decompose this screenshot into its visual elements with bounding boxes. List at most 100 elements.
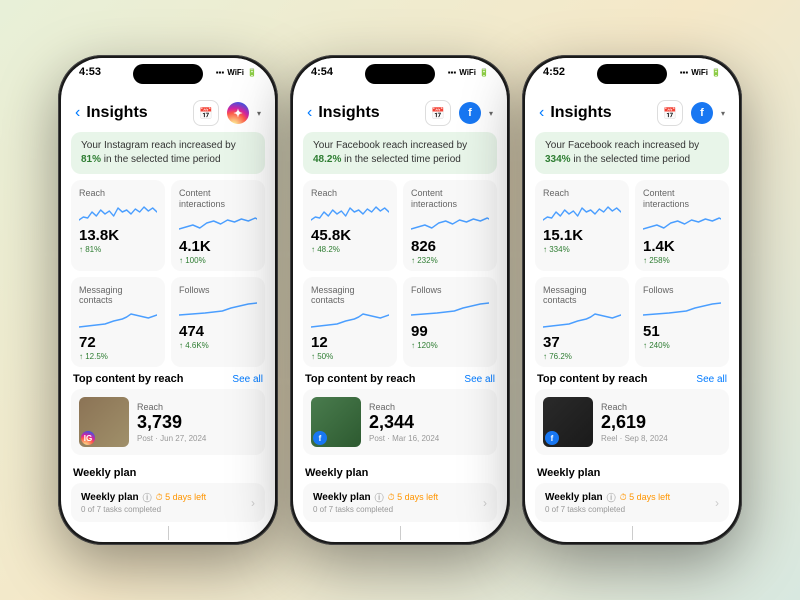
metric-change: ↑ 48.2% (311, 245, 389, 254)
back-button[interactable]: ‹ (75, 104, 80, 122)
header-right: 📅 f ▾ (425, 100, 493, 126)
app-header: ‹ Insights 📅 f ▾ (525, 94, 739, 130)
header-right: 📅 f ▾ (657, 100, 725, 126)
phone-phone-3: 4:52 ▪▪▪ WiFi 🔋 ‹ Insights (522, 55, 742, 545)
metric-change: ↑ 232% (411, 256, 489, 265)
weekly-days-left: ⏱ 5 days left (156, 492, 207, 503)
metric-change: ↑ 4.6K% (179, 341, 257, 350)
weekly-tasks: 0 of 7 tasks completed (81, 505, 251, 514)
weekly-plan-section: Weekly plan Weekly plan ⓘ ⏱ 5 days left … (61, 461, 275, 522)
chevron-down-icon[interactable]: ▾ (489, 109, 493, 118)
top-content-card[interactable]: f Reach 2,344 Post · Mar 16, 2024 (303, 389, 497, 455)
metric-chart (543, 309, 621, 331)
weekly-chevron-icon: › (483, 496, 487, 510)
metric-value: 1.4K (643, 238, 721, 255)
metric-label: Messaging contacts (311, 285, 389, 307)
status-bar-area: 4:54 ▪▪▪ WiFi 🔋 (293, 58, 507, 94)
calendar-icon[interactable]: 📅 (425, 100, 451, 126)
status-time: 4:52 (543, 66, 565, 78)
metric-card: Reach 45.8K ↑ 48.2% (303, 180, 397, 271)
metric-change: ↑ 76.2% (543, 352, 621, 361)
reach-highlight: 334% (545, 154, 571, 165)
signal-icon: ▪▪▪ (448, 68, 457, 77)
reach-banner: Your Facebook reach increased by 48.2% i… (303, 132, 497, 174)
goal-bar: Weekly goal (61, 522, 275, 542)
status-icons: ▪▪▪ WiFi 🔋 (216, 68, 257, 77)
goal-line (632, 526, 633, 540)
metric-value: 12 (311, 334, 389, 351)
metric-card: Content interactions 826 ↑ 232% (403, 180, 497, 271)
metric-label: Reach (311, 188, 389, 199)
weekly-chevron-icon: › (715, 496, 719, 510)
status-bar-area: 4:53 ▪▪▪ WiFi 🔋 (61, 58, 275, 94)
back-button[interactable]: ‹ (539, 104, 544, 122)
metric-card: Messaging contacts 72 ↑ 12.5% (71, 277, 165, 368)
wifi-icon: WiFi (227, 68, 244, 77)
metric-chart (411, 213, 489, 235)
top-content-card[interactable]: f Reach 2,619 Reel · Sep 8, 2024 (535, 389, 729, 455)
reach-text: Your Facebook reach increased by 334% in… (545, 139, 719, 167)
goal-indicator: Weekly goal (293, 526, 507, 542)
metric-chart (311, 309, 389, 331)
calendar-icon[interactable]: 📅 (193, 100, 219, 126)
dynamic-island (365, 64, 435, 84)
page-title: Insights (550, 104, 611, 122)
metric-label: Follows (643, 285, 721, 296)
battery-icon: 🔋 (479, 68, 489, 77)
header-left: ‹ Insights (307, 104, 380, 122)
calendar-icon[interactable]: 📅 (657, 100, 683, 126)
chevron-down-icon[interactable]: ▾ (257, 109, 261, 118)
weekly-info: Weekly plan ⓘ ⏱ 5 days left 0 of 7 tasks… (545, 491, 715, 514)
weekly-plan-name: Weekly plan ⓘ ⏱ 5 days left (313, 491, 483, 504)
dynamic-island (597, 64, 667, 84)
top-content-card[interactable]: IG Reach 3,739 Post · Jun 27, 2024 (71, 389, 265, 455)
top-content-title: Top content by reach (305, 373, 415, 385)
metric-chart (311, 202, 389, 224)
metric-label: Content interactions (643, 188, 721, 210)
weekly-plan-title: Weekly plan (73, 467, 136, 479)
weekly-plan-section: Weekly plan Weekly plan ⓘ ⏱ 5 days left … (525, 461, 739, 522)
metric-value: 15.1K (543, 227, 621, 244)
content-reach-label: Reach (601, 402, 721, 412)
signal-icon: ▪▪▪ (680, 68, 689, 77)
content-reach-value: 2,619 (601, 412, 721, 433)
weekly-card[interactable]: Weekly plan ⓘ ⏱ 5 days left 0 of 7 tasks… (71, 483, 265, 522)
reach-text: Your Instagram reach increased by 81% in… (81, 139, 255, 167)
metric-card: Content interactions 4.1K ↑ 100% (171, 180, 265, 271)
see-all-button[interactable]: See all (696, 374, 727, 385)
app-header: ‹ Insights 📅 f ▾ (293, 94, 507, 130)
weekly-card[interactable]: Weekly plan ⓘ ⏱ 5 days left 0 of 7 tasks… (535, 483, 729, 522)
wifi-icon: WiFi (691, 68, 708, 77)
see-all-button[interactable]: See all (464, 374, 495, 385)
battery-icon: 🔋 (247, 68, 257, 77)
weekly-card[interactable]: Weekly plan ⓘ ⏱ 5 days left 0 of 7 tasks… (303, 483, 497, 522)
metric-chart (543, 202, 621, 224)
goal-bar: Weekly goal (293, 522, 507, 542)
metric-change: ↑ 12.5% (79, 352, 157, 361)
metric-card: Messaging contacts 37 ↑ 76.2% (535, 277, 629, 368)
back-button[interactable]: ‹ (307, 104, 312, 122)
content-info: Reach 3,739 Post · Jun 27, 2024 (137, 402, 257, 443)
content-platform-icon: IG (81, 431, 95, 445)
metric-chart (643, 298, 721, 320)
phone-content: ‹ Insights 📅 f ▾ Your Facebook reach inc… (525, 94, 739, 542)
phone-content: ‹ Insights 📅 f ▾ Your Facebook reach inc… (293, 94, 507, 542)
header-left: ‹ Insights (75, 104, 148, 122)
goal-line (400, 526, 401, 540)
top-content-title: Top content by reach (73, 373, 183, 385)
metric-label: Content interactions (411, 188, 489, 210)
see-all-button[interactable]: See all (232, 374, 263, 385)
phone-content: ‹ Insights 📅 ✦ ▾ Your Instagram reach in… (61, 94, 275, 542)
reach-banner: Your Facebook reach increased by 334% in… (535, 132, 729, 174)
metric-value: 99 (411, 323, 489, 340)
content-reach-value: 3,739 (137, 412, 257, 433)
content-thumbnail: f (311, 397, 361, 447)
chevron-down-icon[interactable]: ▾ (721, 109, 725, 118)
content-meta: Reel · Sep 8, 2024 (601, 434, 721, 443)
top-content-title: Top content by reach (537, 373, 647, 385)
weekly-tasks: 0 of 7 tasks completed (313, 505, 483, 514)
top-content-header: Top content by reach See all (293, 367, 507, 389)
content-thumbnail: IG (79, 397, 129, 447)
weekly-plan-title: Weekly plan (537, 467, 600, 479)
metric-value: 826 (411, 238, 489, 255)
